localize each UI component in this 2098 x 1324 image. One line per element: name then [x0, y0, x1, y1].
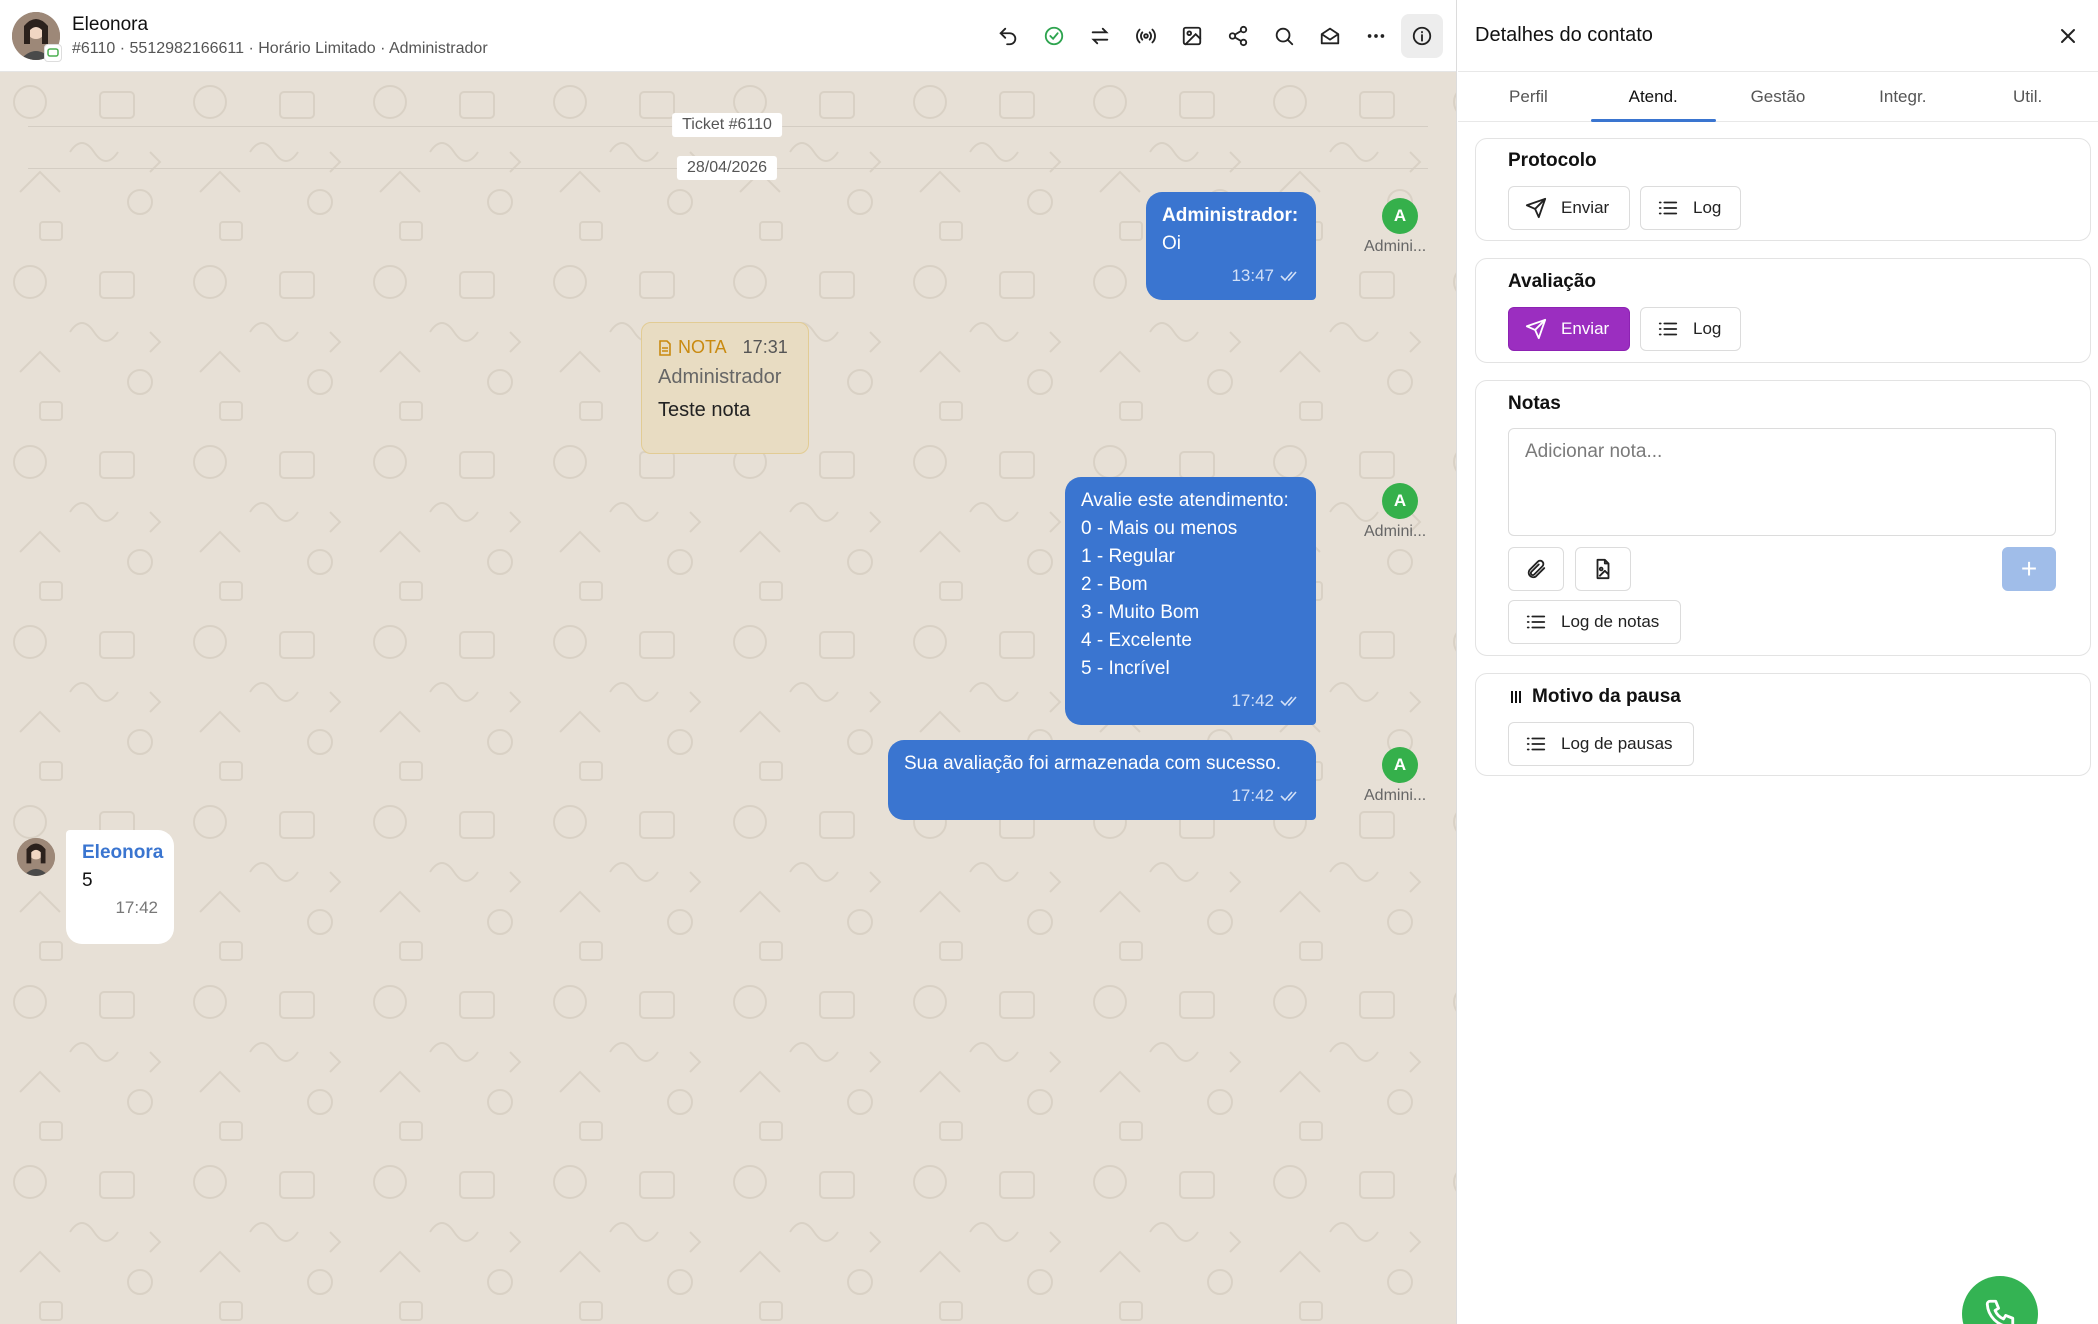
search-icon[interactable]: [1263, 14, 1305, 58]
notes-log-button[interactable]: Log de notas: [1508, 600, 1681, 644]
image-icon[interactable]: [1171, 14, 1213, 58]
note-time: 17:31: [742, 337, 788, 357]
note-input[interactable]: [1508, 428, 2056, 536]
internal-note[interactable]: NOTA 17:31 Administrador Teste nota: [641, 322, 809, 454]
contact-name[interactable]: Eleonora: [72, 14, 148, 36]
message-line: 1 - Regular: [1081, 546, 1175, 567]
message-time: 17:42: [1231, 786, 1274, 805]
incoming-message-bubble[interactable]: Eleonora 5 17:42: [66, 830, 174, 944]
check-circle-icon[interactable]: [1033, 14, 1075, 58]
message-line: 5 - Incrível: [1081, 658, 1170, 679]
chat-area: Eleonora #6110 · 5512982166611 · Horário…: [0, 0, 1457, 1324]
list-icon: [1658, 322, 1678, 336]
panel-header: Detalhes do contato: [1458, 0, 2098, 72]
pause-icon: [1511, 691, 1521, 703]
tab-atend[interactable]: Atend.: [1590, 72, 1716, 122]
agent-label: Admini...: [1364, 238, 1427, 255]
channel-badge-icon: [44, 44, 62, 62]
ticket-chip: Ticket #6110: [672, 113, 782, 137]
note-text: Teste nota: [658, 399, 751, 421]
send-icon: [1525, 318, 1547, 340]
pauses-log-label: Log de pausas: [1561, 734, 1673, 753]
message-bubble[interactable]: Administrador: Oi 13:47: [1146, 192, 1316, 300]
message-line: Avalie este atendimento:: [1081, 490, 1289, 511]
protocolo-log-label: Log: [1693, 198, 1722, 217]
avaliacao-log-label: Log: [1693, 319, 1722, 338]
list-icon: [1526, 615, 1546, 629]
more-icon[interactable]: [1355, 14, 1397, 58]
pauses-log-button[interactable]: Log de pausas: [1508, 722, 1694, 766]
avaliacao-title: Avaliação: [1508, 271, 1597, 292]
add-note-button[interactable]: +: [2002, 547, 2056, 591]
contact-subtitle: #6110 · 5512982166611 · Horário Limitado…: [72, 40, 488, 57]
pausa-title: Motivo da pausa: [1508, 686, 1681, 708]
agent-label: Admini...: [1364, 787, 1427, 804]
pausa-title-text: Motivo da pausa: [1532, 686, 1681, 707]
avaliacao-send-button[interactable]: Enviar: [1508, 307, 1630, 351]
note-icon: [659, 339, 671, 356]
tab-integr[interactable]: Integr.: [1840, 72, 1965, 121]
protocolo-log-button[interactable]: Log: [1640, 186, 1741, 230]
tab-gestao[interactable]: Gestão: [1716, 72, 1841, 121]
share-icon[interactable]: [1217, 14, 1259, 58]
transfer-icon[interactable]: [1079, 14, 1121, 58]
agent-label: Admini...: [1364, 523, 1427, 540]
agent-avatar: A: [1382, 483, 1418, 519]
list-icon: [1658, 201, 1678, 215]
contact-avatar-small[interactable]: [17, 838, 55, 876]
note-tag: NOTA: [678, 337, 727, 357]
tab-util[interactable]: Util.: [1965, 72, 2090, 121]
message-bubble[interactable]: Avalie este atendimento: 0 - Mais ou men…: [1065, 477, 1316, 725]
note-author: Administrador: [658, 366, 782, 388]
date-chip: 28/04/2026: [676, 156, 778, 180]
protocolo-send-button[interactable]: Enviar: [1508, 186, 1630, 230]
attach-button[interactable]: [1508, 547, 1564, 591]
message-line: 2 - Bom: [1081, 574, 1148, 595]
chat-header: Eleonora #6110 · 5512982166611 · Horário…: [0, 0, 1456, 72]
protocolo-send-label: Enviar: [1561, 198, 1610, 217]
phone-icon: [1985, 1299, 2015, 1324]
message-line: 4 - Excelente: [1081, 630, 1192, 651]
double-check-icon: [1280, 696, 1297, 707]
mail-open-icon[interactable]: [1309, 14, 1351, 58]
avaliacao-log-button[interactable]: Log: [1640, 307, 1741, 351]
panel-title: Detalhes do contato: [1475, 24, 1653, 46]
panel-tabs: Perfil Atend. Gestão Integr. Util.: [1458, 72, 2098, 122]
message-line: 3 - Muito Bom: [1081, 602, 1200, 623]
double-check-icon: [1280, 791, 1297, 802]
header-actions: [987, 14, 1443, 58]
message-sender: Administrador:: [1162, 205, 1299, 226]
message-time: 17:42: [115, 898, 158, 917]
info-icon[interactable]: [1401, 14, 1443, 58]
message-time: 13:47: [1231, 266, 1274, 285]
undo-icon[interactable]: [987, 14, 1029, 58]
paperclip-icon: [1527, 559, 1546, 579]
message-time: 17:42: [1231, 691, 1274, 710]
notas-title: Notas: [1508, 393, 1561, 414]
notes-log-label: Log de notas: [1561, 612, 1660, 631]
agent-avatar: A: [1382, 198, 1418, 234]
tab-perfil[interactable]: Perfil: [1466, 72, 1591, 121]
message-text: Oi: [1162, 233, 1181, 254]
file-image-button[interactable]: [1575, 547, 1631, 591]
message-text: 5: [82, 870, 93, 891]
message-sender: Eleonora: [82, 842, 164, 863]
file-image-icon: [1596, 558, 1610, 580]
avaliacao-send-label: Enviar: [1561, 319, 1610, 338]
list-icon: [1526, 737, 1546, 751]
protocolo-title: Protocolo: [1508, 150, 1597, 171]
close-icon[interactable]: [2052, 20, 2084, 52]
message-text: Sua avaliação foi armazenada com sucesso…: [904, 753, 1282, 774]
send-icon: [1525, 197, 1547, 219]
message-bubble[interactable]: Sua avaliação foi armazenada com sucesso…: [888, 740, 1316, 820]
message-line: 0 - Mais ou menos: [1081, 518, 1238, 539]
broadcast-icon[interactable]: [1125, 14, 1167, 58]
double-check-icon: [1280, 271, 1297, 282]
agent-avatar: A: [1382, 747, 1418, 783]
